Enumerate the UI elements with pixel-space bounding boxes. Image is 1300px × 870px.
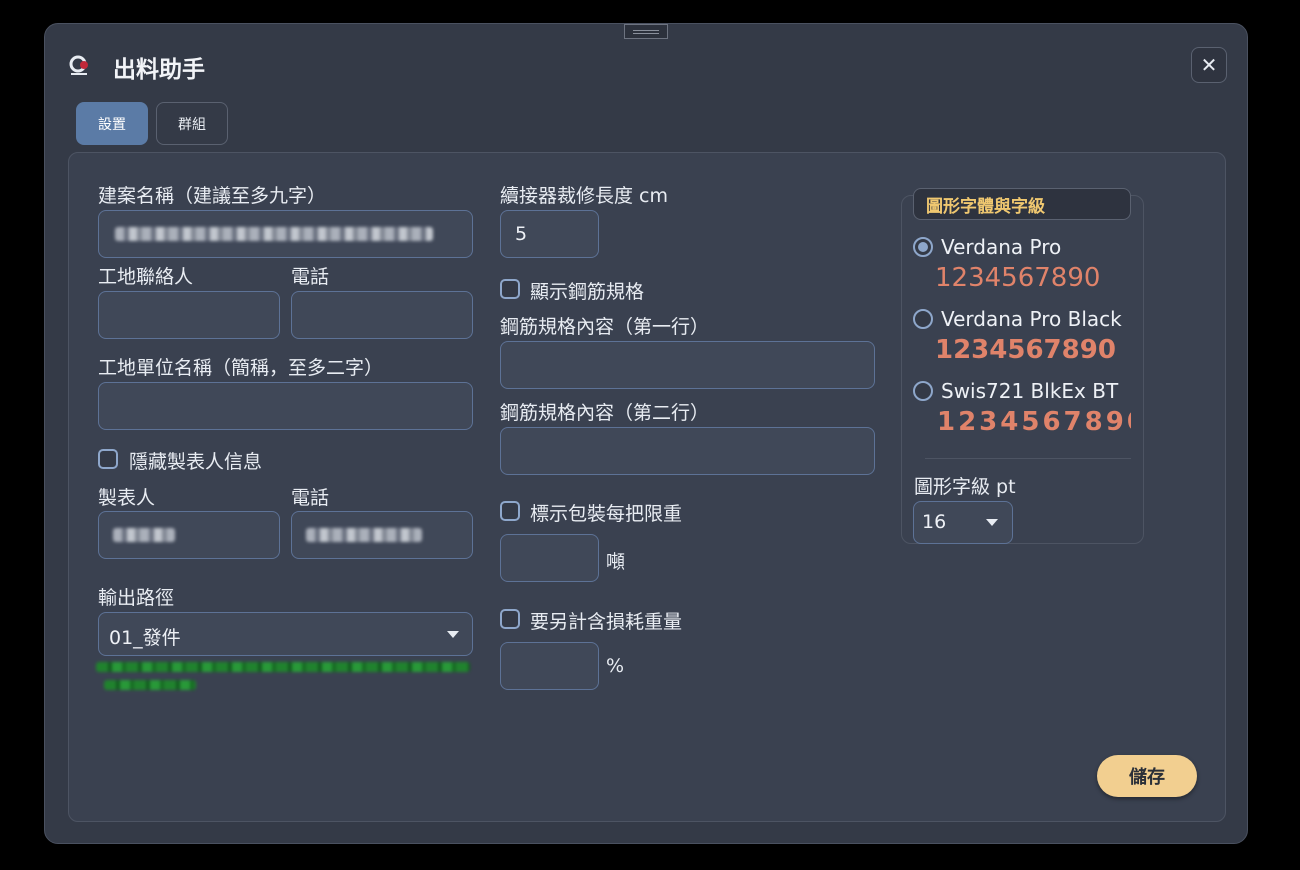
save-button[interactable]: 儲存 (1097, 755, 1197, 797)
output-path-value: 01_發件 (109, 627, 181, 649)
site-unit-label: 工地單位名稱（簡稱，至多二字） (98, 357, 384, 379)
drag-handle[interactable] (624, 24, 668, 39)
font-size-value: 16 (922, 511, 947, 533)
divider (925, 458, 1131, 459)
bundle-weight-input[interactable] (500, 534, 599, 582)
show-rebar-spec-label: 顯示鋼筋規格 (530, 281, 645, 303)
rebar-line2-label: 鋼筋規格內容（第二行） (500, 402, 710, 424)
font-size-label: 圖形字級 pt (914, 476, 1016, 498)
window-title: 出料助手 (113, 57, 205, 83)
maker-input[interactable] (98, 511, 280, 559)
coupler-trim-value: 5 (515, 223, 528, 245)
close-button[interactable]: ✕ (1191, 47, 1227, 83)
loss-weight-unit: % (606, 655, 625, 677)
project-name-label: 建案名稱（建議至多九字） (98, 185, 327, 207)
redacted-path-text (104, 680, 196, 690)
hide-maker-label: 隱藏製表人信息 (129, 451, 263, 473)
font-group-title: 圖形字體與字級 (913, 188, 1131, 220)
bundle-weight-unit: 噸 (606, 551, 626, 573)
close-icon: ✕ (1200, 53, 1218, 77)
app-logo-icon (69, 55, 88, 75)
font-sample-verdana-pro: 1234567890 (935, 263, 1101, 293)
loss-weight-checkbox[interactable] (500, 609, 520, 629)
rebar-line1-label: 鋼筋規格內容（第一行） (500, 316, 710, 338)
redacted-text (115, 227, 433, 241)
redacted-text (306, 528, 422, 542)
font-name-swis721: Swis721 BlkEx BT (941, 379, 1119, 403)
site-contact-label: 工地聯絡人 (98, 266, 194, 288)
maker-phone-label: 電話 (291, 487, 330, 509)
site-phone-label: 電話 (291, 266, 330, 288)
site-unit-input[interactable] (98, 382, 473, 430)
font-radio-verdana-pro[interactable] (913, 237, 933, 257)
rebar-line2-input[interactable] (500, 427, 875, 475)
font-name-verdana-pro-black: Verdana Pro Black (941, 307, 1122, 331)
dialog-window: 出料助手 ✕ 設置 群組 建案名稱（建議至多九字） 工地聯絡人 電話 工地單位名… (44, 23, 1248, 844)
font-radio-swis721[interactable] (913, 381, 933, 401)
hide-maker-checkbox[interactable] (98, 449, 118, 469)
loss-weight-input[interactable] (500, 642, 599, 690)
tab-settings[interactable]: 設置 (76, 102, 148, 145)
output-path-select[interactable]: 01_發件 (98, 612, 473, 656)
coupler-trim-label: 續接器裁修長度 cm (500, 185, 668, 207)
show-rebar-spec-checkbox[interactable] (500, 279, 520, 299)
output-path-label: 輸出路徑 (98, 587, 175, 609)
chevron-down-icon (447, 631, 459, 638)
redacted-text (113, 528, 175, 542)
rebar-line1-input[interactable] (500, 341, 875, 389)
maker-label: 製表人 (98, 487, 156, 509)
coupler-trim-input[interactable]: 5 (500, 210, 599, 258)
redacted-path-text (96, 662, 470, 672)
font-name-verdana-pro: Verdana Pro (941, 235, 1062, 259)
maker-phone-input[interactable] (291, 511, 473, 559)
font-sample-swis721: 1234567890 (937, 407, 1131, 437)
font-radio-verdana-pro-black[interactable] (913, 309, 933, 329)
font-sample-verdana-pro-black: 1234567890 (935, 335, 1116, 365)
project-name-input[interactable] (98, 210, 473, 258)
settings-panel: 建案名稱（建議至多九字） 工地聯絡人 電話 工地單位名稱（簡稱，至多二字） 隱藏… (68, 152, 1226, 822)
site-contact-input[interactable] (98, 291, 280, 339)
tab-groups[interactable]: 群組 (156, 102, 228, 145)
font-size-select[interactable]: 16 (913, 501, 1013, 544)
chevron-down-icon (986, 519, 998, 526)
site-phone-input[interactable] (291, 291, 473, 339)
loss-weight-label: 要另計含損耗重量 (530, 611, 683, 633)
bundle-weight-label: 標示包裝每把限重 (530, 503, 683, 525)
bundle-weight-checkbox[interactable] (500, 501, 520, 521)
